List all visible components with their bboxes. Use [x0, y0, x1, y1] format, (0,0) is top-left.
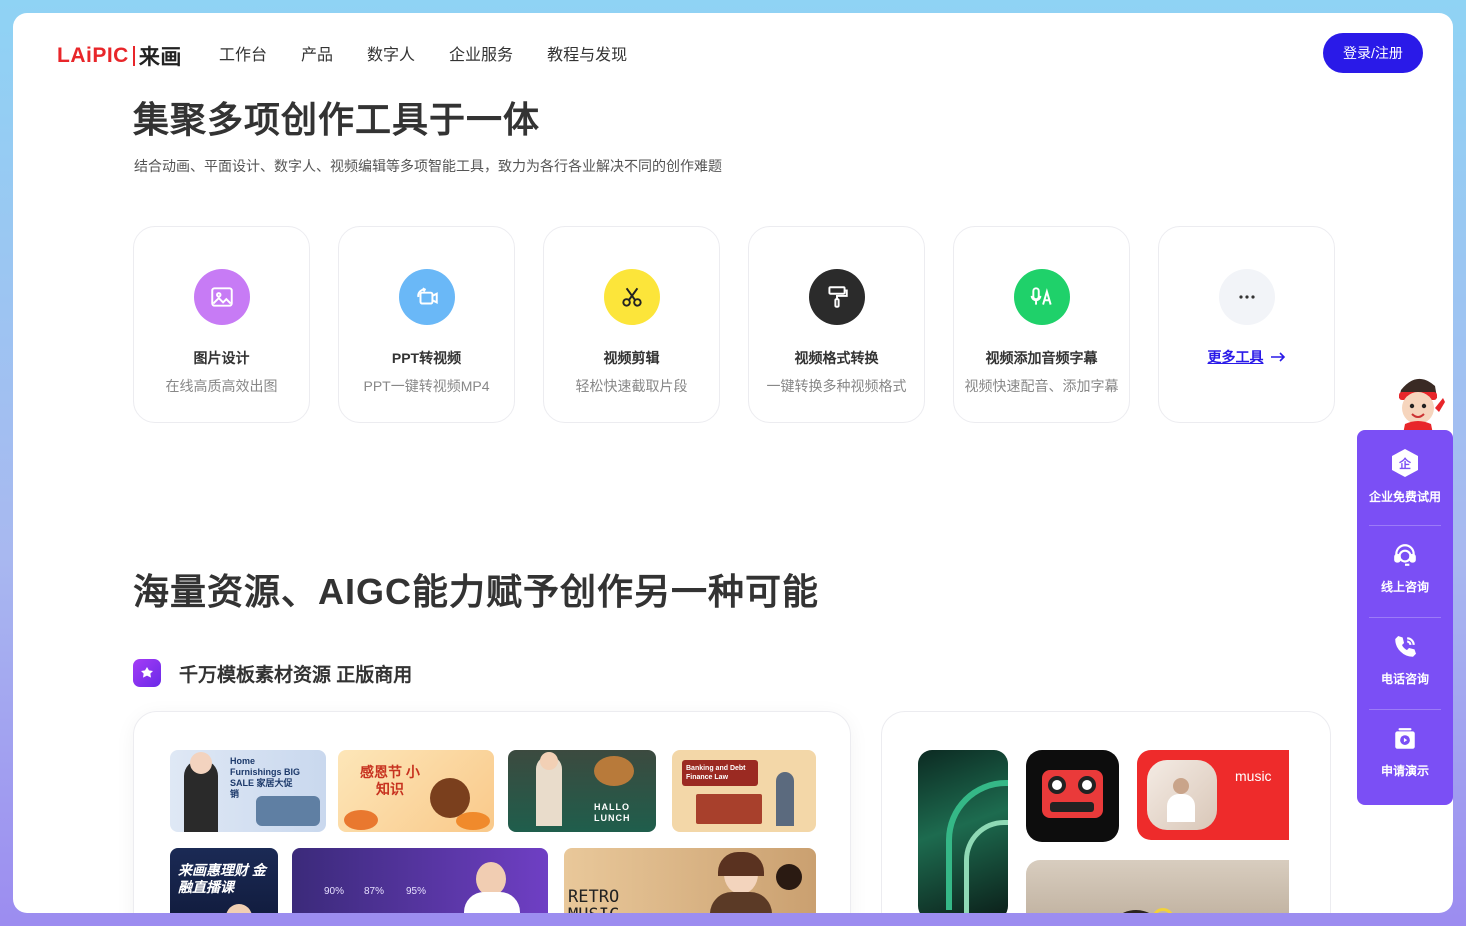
template-thumb-furnishing[interactable]: Home Furnishings BIG SALE 家居大促销 [170, 750, 326, 832]
thumb-text: Banking and Debt Finance Law [686, 765, 746, 781]
tool-title: 视频剪辑 [603, 350, 660, 366]
sidebar-item-online-consult[interactable]: 线上咨询 [1357, 522, 1453, 614]
audio-subtitle-icon [1013, 269, 1070, 325]
phone-icon [1395, 635, 1416, 657]
tool-desc: 轻松快速截取片段 [575, 378, 688, 394]
hero-subtitle: 结合动画、平面设计、数字人、视频编辑等多项智能工具，致力为各行各业解决不同的创作… [134, 158, 722, 174]
sidebar-item-phone-consult[interactable]: 电话咨询 [1357, 614, 1453, 706]
thumb-text: 来画惠理财 金融直播课 [178, 862, 266, 895]
aigc-thumb-portrait[interactable] [1026, 860, 1289, 913]
thumb-text: music [1235, 768, 1272, 784]
template-panel: Home Furnishings BIG SALE 家居大促销 感恩节 小知识 … [133, 711, 851, 913]
thumb-text: HALLO LUNCH [594, 802, 631, 823]
video-convert-icon [398, 269, 455, 325]
tool-cards: 图片设计 在线高质高效出图 PPT转视频 PPT一键转视频MP4 视频剪辑 轻松… [133, 226, 1335, 423]
sidebar-label: 申请演示 [1380, 763, 1429, 778]
svg-text:企: 企 [1398, 456, 1412, 471]
main-menu: 工作台 产品 数字人 企业服务 教程与发现 [219, 41, 661, 65]
scissors-icon [603, 269, 660, 325]
tool-title: PPT转视频 [391, 350, 462, 366]
thumb-stat: 90% [324, 886, 345, 897]
tool-title: 视频添加音频字幕 [985, 350, 1098, 366]
tool-desc: PPT一键转视频MP4 [363, 378, 490, 394]
logo-en: LAiPIC [57, 44, 129, 67]
resource-heading: 千万模板素材资源 正版商用 [133, 659, 412, 687]
demo-icon [1395, 727, 1415, 749]
aigc-thumb-cassette[interactable] [1026, 750, 1119, 842]
tool-card-video-edit[interactable]: 视频剪辑 轻松快速截取片段 [543, 226, 720, 423]
image-icon [193, 269, 250, 325]
aigc-panel: music [881, 711, 1331, 913]
enterprise-icon: 企 [1392, 448, 1418, 477]
template-thumb-thanksgiving[interactable]: 感恩节 小知识 [338, 750, 494, 832]
template-thumb-stats[interactable]: 90% 87% 95% [292, 848, 548, 913]
menu-item-digital-human[interactable]: 数字人 [367, 41, 415, 65]
thumb-text: 感恩节 小知识 [360, 764, 420, 797]
tool-title: 图片设计 [193, 350, 250, 366]
tool-card-more[interactable]: 更多工具 [1158, 226, 1335, 423]
arrow-right-icon [1270, 352, 1285, 362]
section-title: 海量资源、AIGC能力赋予创作另一种可能 [133, 571, 820, 612]
aigc-thumb-abstract[interactable] [918, 750, 1008, 913]
sidebar-label: 企业免费试用 [1368, 489, 1441, 504]
more-icon [1218, 269, 1275, 325]
logo[interactable]: LAiPIC 来画 [57, 41, 182, 71]
tool-desc: 一键转换多种视频格式 [766, 378, 907, 394]
tool-card-format-convert[interactable]: 视频格式转换 一键转换多种视频格式 [748, 226, 925, 423]
mascot-image [1387, 368, 1447, 434]
resource-icon [133, 659, 161, 687]
template-thumb-lunch[interactable]: HALLO LUNCH [508, 750, 656, 832]
tool-card-ppt-to-video[interactable]: PPT转视频 PPT一键转视频MP4 [338, 226, 515, 423]
thumb-text: Home Furnishings BIG SALE 家居大促销 [230, 756, 301, 799]
menu-item-products[interactable]: 产品 [301, 41, 333, 65]
paint-roller-icon [808, 269, 865, 325]
menu-item-enterprise[interactable]: 企业服务 [449, 41, 513, 65]
login-button[interactable]: 登录/注册 [1323, 33, 1423, 73]
template-thumb-retro-music[interactable]: RETRO MUSIC [564, 848, 816, 913]
template-thumb-banking[interactable]: Banking and Debt Finance Law [672, 750, 816, 832]
tool-desc: 视频快速配音、添加字幕 [964, 378, 1119, 394]
customer-service-icon [1394, 543, 1416, 566]
more-tools-link[interactable]: 更多工具 [1208, 347, 1286, 367]
sidebar-item-enterprise-trial[interactable]: 企 企业免费试用 [1357, 430, 1453, 522]
thumb-text: RETRO MUSIC [568, 887, 620, 913]
sidebar-label: 线上咨询 [1380, 579, 1429, 594]
logo-divider [132, 46, 135, 66]
tool-card-audio-subtitle[interactable]: 视频添加音频字幕 视频快速配音、添加字幕 [953, 226, 1130, 423]
more-tools-label: 更多工具 [1207, 349, 1264, 365]
logo-cn: 来画 [138, 46, 182, 69]
menu-item-workbench[interactable]: 工作台 [219, 41, 267, 65]
tool-title: 视频格式转换 [794, 350, 879, 366]
sidebar-item-request-demo[interactable]: 申请演示 [1357, 706, 1453, 798]
page-frame: LAiPIC 来画 工作台 产品 数字人 企业服务 教程与发现 登录/注册 集聚… [13, 13, 1453, 913]
aigc-thumb-music[interactable]: music [1137, 750, 1289, 840]
hero-title: 集聚多项创作工具于一体 [133, 99, 541, 140]
tool-card-image-design[interactable]: 图片设计 在线高质高效出图 [133, 226, 310, 423]
template-thumb-finance[interactable]: 来画惠理财 金融直播课 [170, 848, 278, 913]
thumb-stat: 95% [406, 886, 427, 897]
menu-item-tutorials[interactable]: 教程与发现 [547, 41, 627, 65]
floating-sidebar: 企 企业免费试用 线上咨询 电话咨询 申请演示 [1357, 430, 1453, 805]
thumb-stat: 87% [364, 886, 385, 897]
resource-title: 千万模板素材资源 正版商用 [179, 664, 413, 686]
sidebar-label: 电话咨询 [1380, 671, 1429, 686]
tool-desc: 在线高质高效出图 [165, 378, 278, 394]
top-nav: LAiPIC 来画 工作台 产品 数字人 企业服务 教程与发现 登录/注册 [13, 13, 1453, 93]
